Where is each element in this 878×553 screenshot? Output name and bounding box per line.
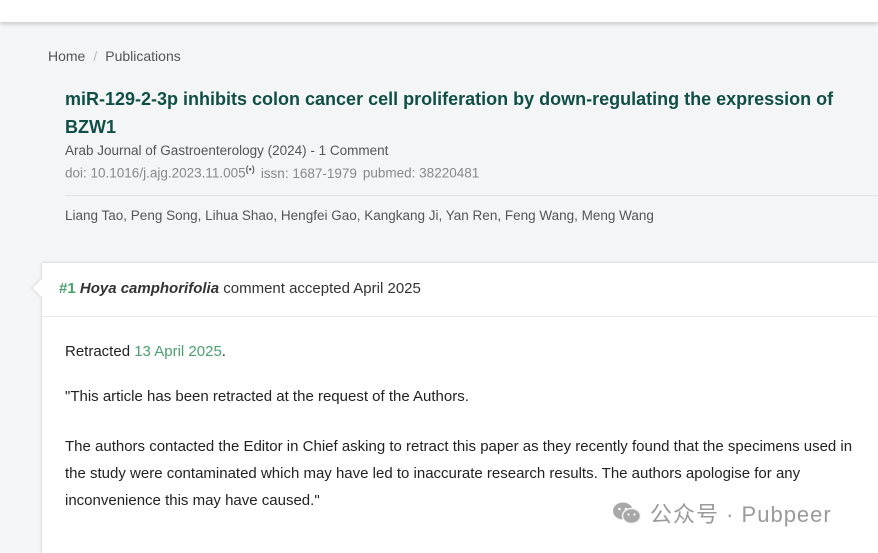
breadcrumb-publications-link[interactable]: Publications bbox=[105, 48, 181, 64]
retraction-line: Retracted 13 April 2025. bbox=[65, 343, 226, 360]
wechat-icon bbox=[613, 502, 642, 525]
authors-list: Liang Tao, Peng Song, Lihua Shao, Hengfe… bbox=[65, 208, 654, 223]
watermark: 公众号 · Pubpeer bbox=[612, 497, 832, 529]
comment-header-text: #1 Hoya camphorifolia comment accepted A… bbox=[59, 280, 421, 297]
comment-status: comment accepted April 2025 bbox=[223, 280, 421, 297]
doi-marker-icon[interactable]: (•) bbox=[246, 164, 255, 174]
article-identifiers: doi: 10.1016/j.ajg.2023.11.005(•) issn: 1… bbox=[65, 164, 479, 181]
comment-header: #1 Hoya camphorifolia comment accepted A… bbox=[42, 263, 878, 317]
watermark-text: 公众号 · Pubpeer bbox=[650, 502, 832, 527]
breadcrumb-home-link[interactable]: Home bbox=[48, 48, 85, 64]
retracted-label: Retracted bbox=[65, 343, 131, 360]
doi-link[interactable]: doi: 10.1016/j.ajg.2023.11.005 bbox=[65, 166, 246, 181]
issn-text: issn: 1687-1979 bbox=[260, 165, 357, 181]
article-title[interactable]: miR-129-2-3p inhibits colon cancer cell … bbox=[65, 85, 870, 141]
top-navigation-bar bbox=[0, 0, 878, 22]
journal-line[interactable]: Arab Journal of Gastroenterology (2024) … bbox=[65, 143, 388, 158]
pubmed-link[interactable]: pubmed: 38220481 bbox=[363, 166, 479, 181]
breadcrumb-separator: / bbox=[93, 48, 98, 64]
commenter-name: Hoya camphorifolia bbox=[79, 280, 220, 297]
divider bbox=[65, 195, 878, 196]
breadcrumb: Home / Publications bbox=[48, 48, 181, 64]
retraction-date-link[interactable]: 13 April 2025 bbox=[134, 343, 222, 360]
retracted-suffix: . bbox=[221, 343, 226, 360]
comment-number-link[interactable]: #1 bbox=[59, 280, 76, 297]
retraction-quote: "This article has been retracted at the … bbox=[65, 388, 469, 405]
